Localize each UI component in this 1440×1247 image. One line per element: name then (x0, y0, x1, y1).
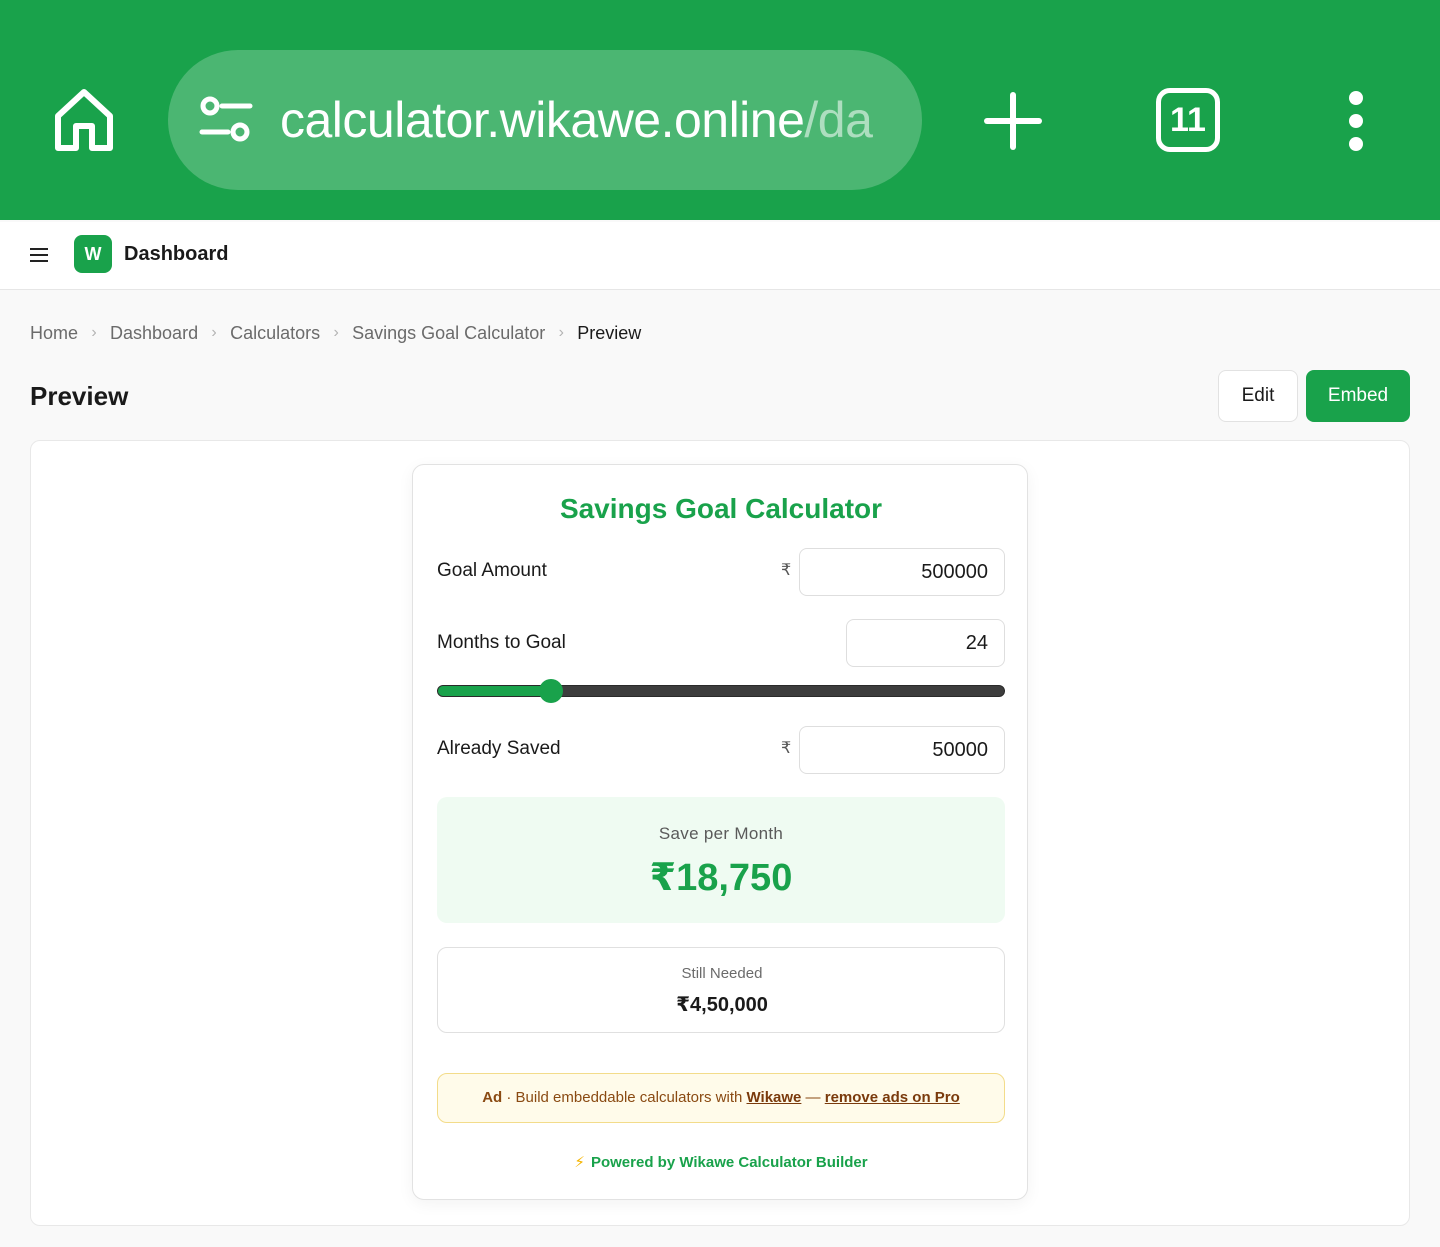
breadcrumb: Home › Dashboard › Calculators › Savings… (30, 320, 641, 346)
chevron-right-icon: › (211, 324, 217, 341)
tune-icon[interactable] (198, 96, 254, 144)
edit-button[interactable]: Edit (1218, 370, 1298, 422)
remove-ads-link[interactable]: remove ads on Pro (825, 1089, 960, 1106)
breadcrumb-home[interactable]: Home (30, 320, 78, 346)
ad-text: · Build embeddable calculators with (502, 1089, 747, 1106)
already-saved-currency: ₹ (781, 740, 792, 757)
tab-count-icon[interactable]: 11 (1156, 88, 1220, 152)
ad-banner: Ad · Build embeddable calculators with W… (437, 1073, 1005, 1123)
already-saved-label: Already Saved (437, 738, 561, 759)
already-saved-input[interactable] (799, 726, 1005, 774)
chevron-right-icon: › (91, 324, 97, 341)
chevron-right-icon: › (333, 324, 339, 341)
still-needed-box: Still Needed ₹4,50,000 (437, 947, 1005, 1033)
powered-by-text: Powered by Wikawe Calculator Builder (590, 1154, 868, 1171)
result-value: ₹18,750 (649, 857, 793, 899)
goal-amount-currency: ₹ (781, 562, 792, 579)
page-title: Preview (30, 381, 129, 411)
calculator-card: Savings Goal Calculator Goal Amount ₹ Mo… (412, 464, 1028, 1200)
breadcrumb-calculators[interactable]: Calculators (230, 320, 320, 346)
ad-tag: Ad (482, 1089, 503, 1106)
chevron-right-icon: › (558, 324, 564, 341)
breadcrumb-dashboard[interactable]: Dashboard (110, 320, 198, 346)
wikawe-link[interactable]: Wikawe (747, 1089, 802, 1106)
goal-amount-label: Goal Amount (437, 560, 547, 581)
url-text[interactable]: calculator.wikawe.online/da (280, 88, 894, 152)
months-slider-fill (438, 686, 552, 696)
months-slider-thumb[interactable] (539, 679, 564, 703)
bolt-icon: ⚡ (574, 1154, 585, 1171)
still-needed-label: Still Needed (681, 965, 763, 982)
home-icon[interactable] (52, 86, 116, 154)
result-label: Save per Month (658, 824, 784, 843)
ad-dash: — (801, 1089, 825, 1106)
address-bar[interactable]: calculator.wikawe.online/da (168, 50, 922, 190)
months-label: Months to Goal (437, 632, 566, 653)
app-header: W Dashboard (0, 222, 1440, 290)
url-path: /da (804, 92, 873, 148)
months-slider[interactable] (437, 679, 1005, 703)
breadcrumb-preview: Preview (577, 323, 642, 343)
app-logo[interactable]: W (74, 235, 112, 273)
url-host: calculator.wikawe.online (280, 92, 805, 148)
hamburger-icon[interactable] (28, 245, 50, 265)
powered-by[interactable]: ⚡ Powered by Wikawe Calculator Builder (413, 1153, 1029, 1173)
embed-button[interactable]: Embed (1306, 370, 1410, 422)
more-vert-icon[interactable] (1342, 90, 1370, 152)
calculator-title: Savings Goal Calculator (559, 493, 883, 524)
goal-amount-input[interactable] (799, 548, 1005, 596)
months-input[interactable] (846, 619, 1005, 667)
still-needed-value: ₹4,50,000 (676, 994, 768, 1016)
breadcrumb-savings-goal-calculator[interactable]: Savings Goal Calculator (352, 320, 545, 346)
browser-toolbar: calculator.wikawe.online/da 11 (0, 0, 1440, 220)
result-box: Save per Month ₹18,750 (437, 797, 1005, 923)
app-title: Dashboard (124, 243, 229, 265)
plus-icon[interactable] (984, 92, 1042, 150)
